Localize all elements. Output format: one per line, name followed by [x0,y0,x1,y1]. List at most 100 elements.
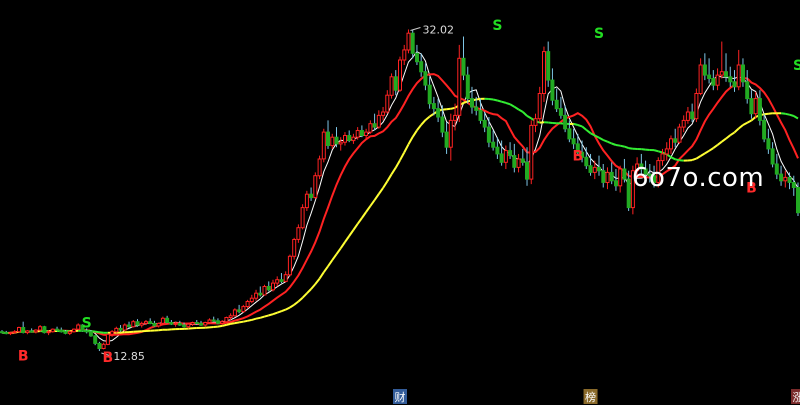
candle-body [254,292,259,299]
candle-body [495,146,500,155]
candle-body [177,322,182,326]
candle-body [681,119,686,128]
candle-body [440,116,445,133]
event-marker-label: 涨 [793,391,800,404]
event-marker-label: 财 [395,390,406,404]
candle-body [4,332,9,335]
candle-body [279,279,284,282]
candle [93,335,98,346]
candle-body [736,64,741,88]
candle-body [453,114,458,121]
ma-long-segment [691,157,697,162]
candle-body [694,93,699,120]
candle-body [482,119,487,128]
ma-long-segment [573,122,579,126]
candle [287,254,292,277]
candle-body [698,64,703,94]
candle-body [93,335,98,344]
candle-body [525,161,529,180]
candle [694,88,699,123]
candlestick-chart: 32.0212.85BSBSSBBS财榜涨 [0,0,800,405]
candle-body [542,51,546,94]
ma-long-segment [247,318,253,322]
candle-body [546,51,551,81]
candle-body [364,131,369,137]
candle [50,328,55,333]
candle-body [707,74,712,79]
candle-body [732,81,737,88]
candle-body [702,64,707,76]
candle-body [338,141,343,145]
sell-signal: S [492,18,502,34]
candle-body [431,103,436,110]
candle-body [491,141,496,148]
candle-body [567,128,572,140]
candle-body [258,292,263,296]
ma-long-segment [243,319,248,323]
candle [304,190,309,211]
candle-body [669,138,673,150]
candle-body [8,332,13,335]
event-marker-label: 榜 [585,390,596,404]
candle-body [304,193,309,209]
ma-long-segment [548,121,553,124]
ma-long-segment [99,331,104,334]
candle-body [719,71,724,76]
sell-signal: S [594,26,604,42]
candle-body [571,138,576,145]
candle-body [275,279,280,284]
candle-body [29,330,34,333]
candle [232,308,237,317]
candle [300,204,305,230]
candle-body [182,324,187,328]
candle [398,56,402,92]
candle-body [558,108,563,116]
ma-long-segment [501,100,507,104]
candle-body [757,98,762,121]
candle-body [287,255,292,276]
candle [406,29,411,54]
candle [321,128,326,163]
candle [313,172,318,200]
candle-body [584,156,589,167]
candle [42,325,47,334]
candle [796,182,800,216]
candle-body [0,331,4,334]
candle-body [216,320,220,324]
candle-body [25,330,30,334]
candle [17,326,21,333]
candle-body [728,76,733,83]
ma-long-segment [476,97,481,101]
ma-long-segment [217,324,223,328]
ma-long-segment [450,106,456,110]
candle-body [685,111,690,121]
candle-body [313,175,318,198]
candle-body [457,57,462,116]
candle-body [343,135,347,143]
candle-body [232,309,237,317]
candle-body [520,158,525,163]
candle [262,284,267,296]
candle-body [33,329,38,333]
ma-long-segment [264,314,269,318]
high-price-label: 32.02 [422,23,454,36]
candle-body [741,64,745,83]
ma-long-segment [255,316,261,320]
candle-body [597,166,601,172]
candle-body [228,315,233,318]
candle-body [423,71,428,86]
candle [529,120,534,185]
candle-body [347,135,352,141]
candle-body [131,321,136,328]
candle-body [220,321,225,324]
candle-body [139,322,144,326]
low-price-label: 12.85 [113,350,145,363]
candle-body [334,136,339,145]
candle-body [474,106,479,111]
candle-body [745,81,750,100]
candle-body [101,343,106,349]
ma-long-segment [272,311,278,316]
candle-body [554,99,559,110]
candle-body [72,328,76,333]
candle-body [144,321,148,324]
